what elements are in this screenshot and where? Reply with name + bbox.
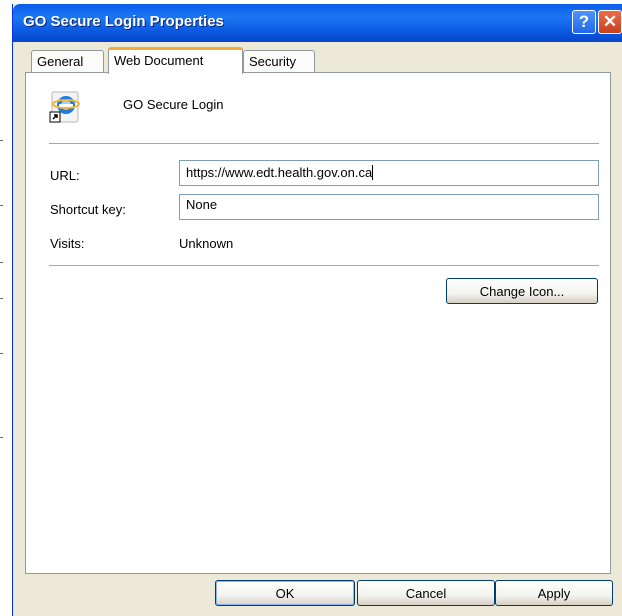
url-value: https://www.edt.health.gov.on.ca [186, 165, 373, 180]
url-label: URL: [50, 168, 80, 183]
document-name: GO Secure Login [123, 97, 224, 112]
visits-value: Unknown [179, 236, 234, 251]
close-icon: ✕ [602, 12, 618, 31]
internet-shortcut-icon [49, 91, 80, 123]
properties-dialog: GO Secure Login Properties ? ✕ General W… [12, 4, 622, 616]
close-button[interactable]: ✕ [598, 10, 622, 34]
tab-general-label: General [37, 54, 84, 69]
tab-panel: GO Secure Login URL: https://www.edt.hea… [25, 72, 611, 574]
title-bar[interactable]: GO Secure Login Properties ? ✕ [13, 4, 622, 42]
cancel-button[interactable]: Cancel [357, 580, 495, 606]
tab-security-label: Security [249, 54, 296, 69]
text-caret [372, 165, 374, 180]
visits-label: Visits: [50, 236, 85, 251]
window-title: GO Secure Login Properties [23, 13, 224, 30]
change-icon-button[interactable]: Change Icon... [446, 278, 598, 304]
tab-web-document[interactable]: Web Document [108, 47, 243, 74]
tab-general[interactable]: General [31, 50, 104, 72]
background-window-edge [0, 0, 10, 613]
shortcut-key-value: None [186, 197, 218, 212]
tab-security[interactable]: Security [243, 50, 315, 72]
divider-bottom [49, 265, 599, 266]
ok-button[interactable]: OK [215, 580, 355, 606]
help-icon: ? [578, 12, 590, 31]
url-field[interactable]: https://www.edt.health.gov.on.ca [179, 160, 599, 186]
help-button[interactable]: ? [572, 10, 596, 34]
apply-button[interactable]: Apply [495, 580, 613, 606]
divider-top [49, 143, 599, 144]
tab-web-document-label: Web Document [114, 53, 204, 68]
shortcut-key-field[interactable]: None [179, 194, 599, 220]
shortcut-key-label: Shortcut key: [50, 202, 126, 217]
